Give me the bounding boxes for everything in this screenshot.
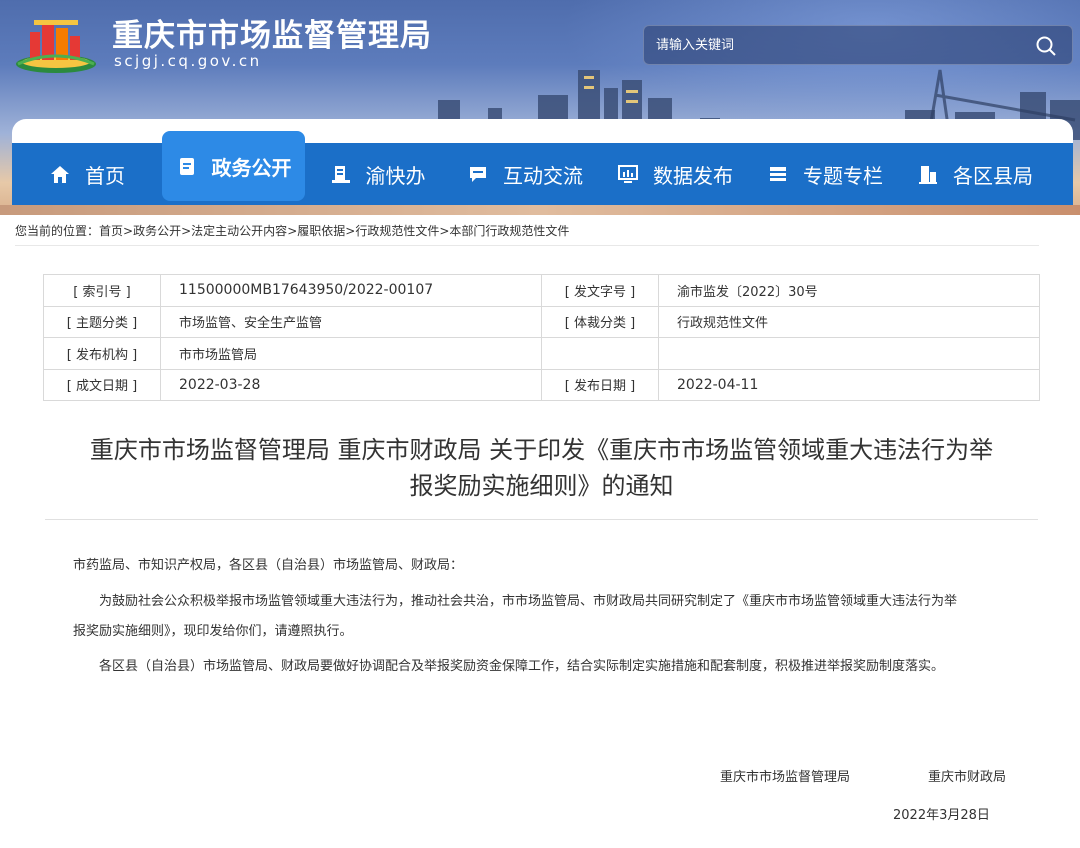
main-nav: 首页 政务公开 渝快办 互动交流 数据发布 专题专栏 各区县局 <box>12 131 1073 205</box>
table-row: [ 发布机构 ] 市市场监管局 <box>43 337 1040 370</box>
article-title: 重庆市市场监督管理局 重庆市财政局 关于印发《重庆市市场监管领域重大违法行为举 … <box>40 432 1043 504</box>
breadcrumb-normative-docs[interactable]: 行政规范性文件 <box>355 224 439 238</box>
breadcrumb: 您当前的位置：首页>政务公开>法定主动公开内容>履职依据>行政规范性文件>本部门… <box>15 222 569 239</box>
table-row: [ 索引号 ] 11500000MB17643950/2022-00107 [ … <box>43 274 1040 307</box>
nav-item-data-release[interactable]: 数据发布 <box>600 143 750 205</box>
search-icon[interactable] <box>1034 34 1058 58</box>
issuer-value: 市市场监管局 <box>160 337 542 370</box>
index-no-label: [ 索引号 ] <box>43 274 161 307</box>
site-header: 重庆市市场监督管理局 scjgj.cq.gov.cn 首页 政务公开 渝快办 互… <box>0 0 1080 215</box>
nav-item-label: 互动交流 <box>503 163 583 188</box>
breadcrumb-statutory-disclosure[interactable]: 法定主动公开内容 <box>191 224 287 238</box>
document-meta-table: [ 索引号 ] 11500000MB17643950/2022-00107 [ … <box>43 274 1040 401</box>
paragraph-line: 报奖励实施细则》，现印发给你们，请遵照执行。 <box>73 624 353 639</box>
site-domain: scjgj.cq.gov.cn <box>114 52 262 70</box>
breadcrumb-prefix: 您当前的位置： <box>15 224 100 238</box>
index-no-value: 11500000MB17643950/2022-00107 <box>160 274 542 307</box>
document-icon <box>179 158 194 175</box>
nav-item-districts[interactable]: 各区县局 <box>900 143 1050 205</box>
article-date: 2022年3月28日 <box>893 808 990 823</box>
nav-item-label: 首页 <box>85 163 125 188</box>
list-icon <box>770 167 786 181</box>
nav-item-label: 数据发布 <box>653 163 733 188</box>
topic-value: 市场监管、安全生产监管 <box>160 305 542 338</box>
breadcrumb-separator: > <box>123 224 134 238</box>
nav-item-label: 渝快办 <box>365 163 426 188</box>
article-paragraph-1: 为鼓励社会公众积极举报市场监管领域重大违法行为，推动社会共治，市市场监管局、市财… <box>73 587 1018 647</box>
site-logo <box>16 20 96 73</box>
nav-item-label: 政务公开 <box>211 155 292 180</box>
doc-no-label: [ 发文字号 ] <box>541 274 659 307</box>
home-icon <box>51 166 69 183</box>
breadcrumb-dept-normative-docs[interactable]: 本部门行政规范性文件 <box>449 224 569 238</box>
search-box <box>643 25 1073 65</box>
nav-item-yukuaiban[interactable]: 渝快办 <box>305 143 450 205</box>
article-title-line: 报奖励实施细则》的通知 <box>409 472 674 500</box>
breadcrumb-home[interactable]: 首页 <box>99 224 123 238</box>
created-date-label: [ 成文日期 ] <box>43 368 161 401</box>
signer-finance-bureau: 重庆市财政局 <box>928 770 1007 785</box>
genre-label: [ 体裁分类 ] <box>541 305 659 338</box>
nav-item-interaction[interactable]: 互动交流 <box>450 143 600 205</box>
site-title: 重庆市市场监督管理局 <box>112 18 432 54</box>
breadcrumb-separator: > <box>345 224 356 238</box>
article-title-line: 重庆市市场监督管理局 重庆市财政局 关于印发《重庆市市场监管领域重大违法行为举 <box>89 436 994 464</box>
breadcrumb-duty-basis[interactable]: 履职依据 <box>297 224 345 238</box>
table-row: [ 主题分类 ] 市场监管、安全生产监管 [ 体裁分类 ] 行政规范性文件 <box>43 305 1040 338</box>
created-date-value: 2022-03-28 <box>160 368 542 401</box>
breadcrumb-separator: > <box>439 224 450 238</box>
doc-no-value: 渝市监发〔2022〕30号 <box>658 274 1040 307</box>
genre-value: 行政规范性文件 <box>658 305 1040 338</box>
building-icon <box>919 166 937 184</box>
article-paragraph-2: 各区县（自治县）市场监管局、财政局要做好协调配合及举报奖励资金保障工作，结合实际… <box>99 659 945 674</box>
published-date-label: [ 发布日期 ] <box>541 368 659 401</box>
breadcrumb-separator: > <box>181 224 192 238</box>
chat-icon <box>470 167 486 182</box>
issuer-label: [ 发布机构 ] <box>43 337 161 370</box>
published-date-value: 2022-04-11 <box>658 368 1040 401</box>
paragraph-line: 为鼓励社会公众积极举报市场监管领域重大违法行为，推动社会共治，市市场监管局、市财… <box>99 594 958 609</box>
nav-item-government-affairs[interactable]: 政务公开 <box>162 131 305 201</box>
title-divider <box>45 519 1038 520</box>
topic-label: [ 主题分类 ] <box>43 305 161 338</box>
empty-cell <box>658 337 1040 370</box>
office-icon <box>331 166 350 183</box>
nav-item-home[interactable]: 首页 <box>12 143 162 205</box>
empty-cell <box>541 337 659 370</box>
breadcrumb-divider <box>15 245 1039 246</box>
search-input[interactable] <box>656 26 1016 64</box>
nav-bottom-strip <box>0 205 1080 215</box>
nav-item-special-topics[interactable]: 专题专栏 <box>750 143 900 205</box>
monitor-chart-icon <box>618 165 638 183</box>
article-salutation: 市药监局、市知识产权局，各区县（自治县）市场监管局、财政局： <box>73 558 464 573</box>
breadcrumb-gov-affairs[interactable]: 政务公开 <box>133 224 181 238</box>
signer-market-supervision-bureau: 重庆市市场监督管理局 <box>720 770 851 785</box>
breadcrumb-separator: > <box>287 224 298 238</box>
nav-item-label: 专题专栏 <box>803 163 883 188</box>
table-row: [ 成文日期 ] 2022-03-28 [ 发布日期 ] 2022-04-11 <box>43 368 1040 401</box>
nav-item-label: 各区县局 <box>953 163 1033 188</box>
